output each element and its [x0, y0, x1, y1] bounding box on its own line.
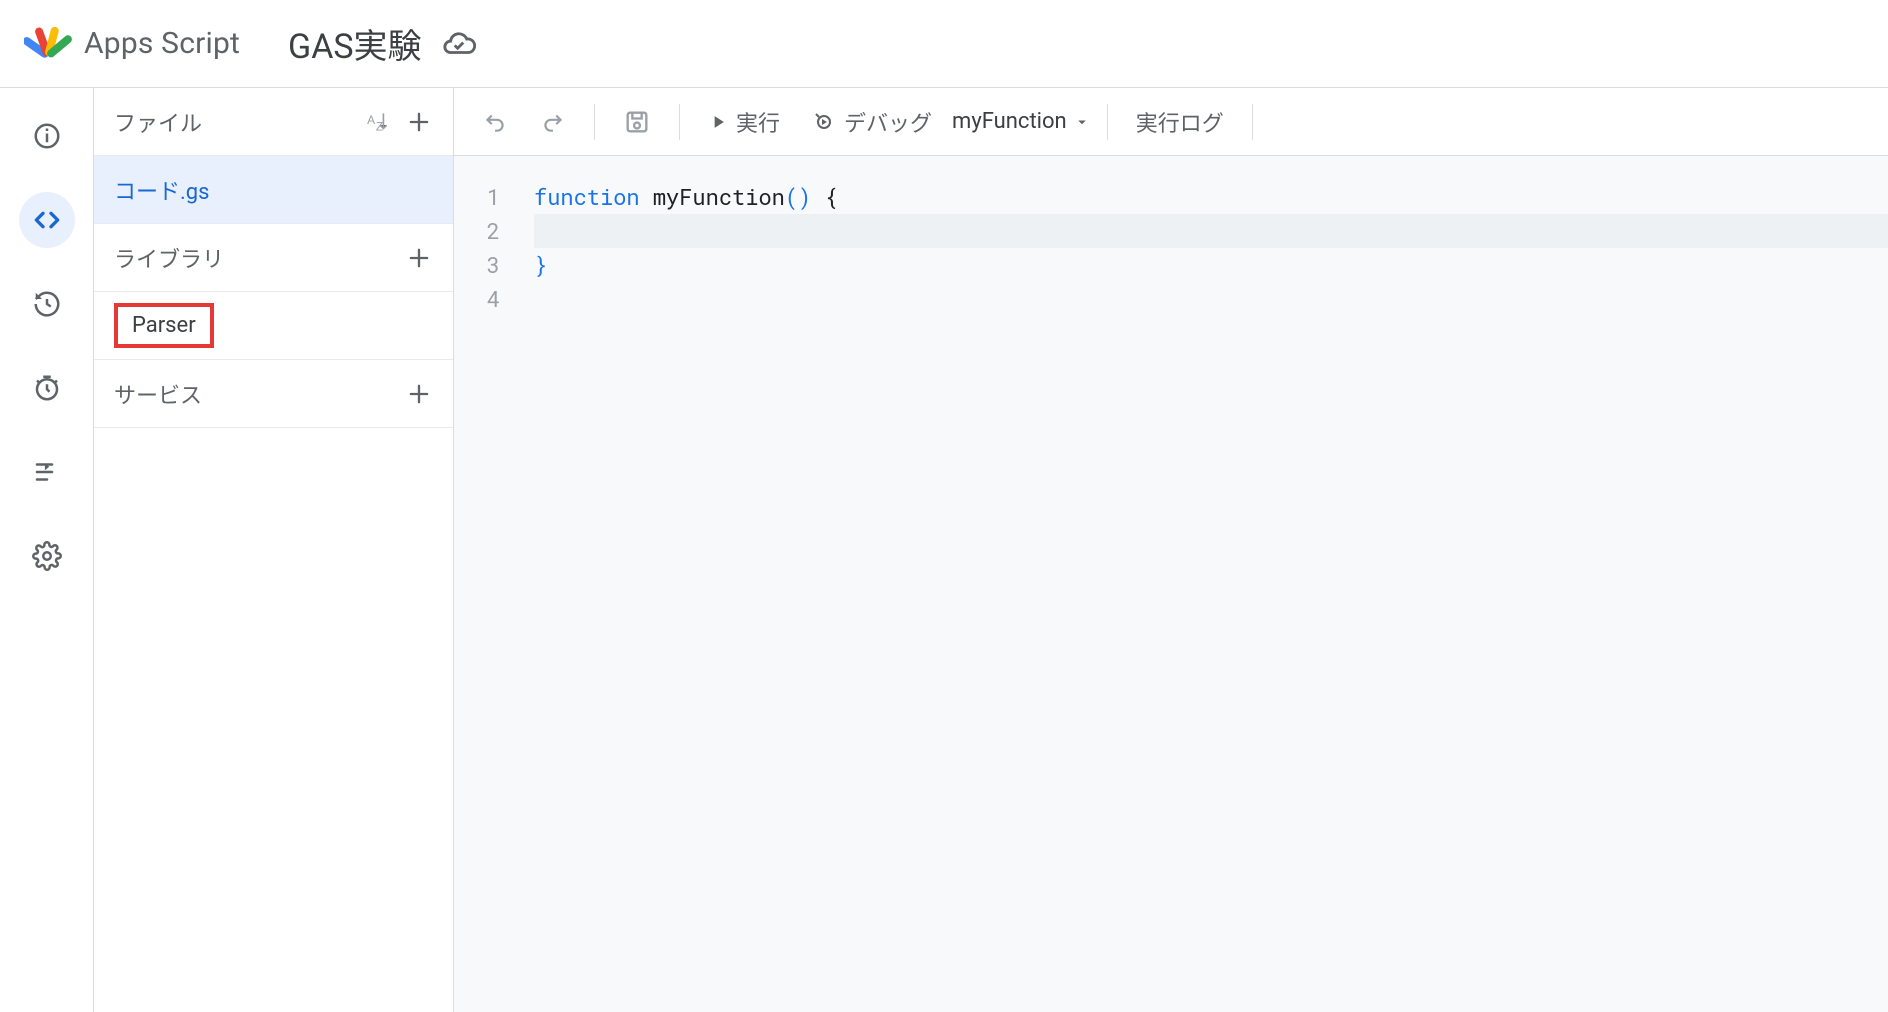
function-select[interactable]: myFunction — [952, 109, 1091, 134]
debug-label: デバッグ — [844, 106, 932, 138]
add-service-button[interactable] — [405, 380, 433, 408]
rail-triggers-history[interactable] — [19, 276, 75, 332]
toolbar-separator — [679, 104, 680, 140]
code-line — [534, 282, 1888, 316]
brace: } — [534, 250, 547, 279]
line-number: 4 — [454, 282, 500, 316]
line-number: 1 — [454, 180, 500, 214]
execution-log-button[interactable]: 実行ログ — [1124, 100, 1236, 144]
function-name: myFunction — [952, 109, 1067, 134]
files-section-header: ファイル AZ — [94, 88, 453, 156]
left-rail — [0, 88, 94, 1012]
libraries-label: ライブラリ — [114, 242, 224, 274]
line-number: 2 — [454, 214, 500, 248]
run-label: 実行 — [736, 106, 780, 138]
toolbar-separator — [1107, 104, 1108, 140]
save-button[interactable] — [611, 102, 663, 142]
brace: { — [811, 182, 837, 211]
project-title[interactable]: GAS実験 — [288, 19, 422, 68]
toolbar-separator — [594, 104, 595, 140]
files-actions: AZ — [365, 108, 433, 136]
add-library-button[interactable] — [405, 244, 433, 272]
add-file-button[interactable] — [405, 108, 433, 136]
editor-toolbar: 実行 デバッグ myFunction 実行ログ — [454, 88, 1888, 156]
code-line — [534, 214, 1888, 248]
sort-az-icon[interactable]: AZ — [365, 109, 391, 135]
files-label: ファイル — [114, 106, 202, 138]
code-area[interactable]: 1 2 3 4 function myFunction() { } — [454, 156, 1888, 1012]
debug-button[interactable]: デバッグ — [800, 100, 944, 144]
undo-button[interactable] — [470, 103, 520, 141]
editor: 実行 デバッグ myFunction 実行ログ 1 2 3 4 — [454, 88, 1888, 1012]
rail-editor[interactable] — [19, 192, 75, 248]
app-name: Apps Script — [84, 26, 240, 61]
svg-text:A: A — [367, 113, 375, 127]
rail-settings[interactable] — [19, 528, 75, 584]
rail-triggers[interactable] — [19, 360, 75, 416]
library-name: Parser — [132, 313, 196, 338]
apps-script-logo-icon[interactable] — [24, 20, 72, 68]
main: ファイル AZ コード.gs ライブラリ Parser — [0, 88, 1888, 1012]
header: Apps Script GAS実験 — [0, 0, 1888, 88]
sidebar: ファイル AZ コード.gs ライブラリ Parser — [94, 88, 454, 1012]
toolbar-separator — [1252, 104, 1253, 140]
identifier: myFunction — [640, 182, 785, 211]
run-button[interactable]: 実行 — [696, 100, 792, 144]
file-name: コード.gs — [114, 174, 210, 206]
library-item[interactable]: Parser — [94, 292, 453, 360]
code-line: } — [534, 248, 1888, 282]
file-item[interactable]: コード.gs — [94, 156, 453, 224]
libraries-section-header: ライブラリ — [94, 224, 453, 292]
services-label: サービス — [114, 378, 202, 410]
services-section-header: サービス — [94, 360, 453, 428]
chevron-down-icon — [1073, 113, 1091, 131]
logo-group: Apps Script — [24, 20, 240, 68]
rail-executions[interactable] — [19, 444, 75, 500]
library-name-highlight: Parser — [114, 303, 214, 348]
keyword: function — [534, 182, 640, 211]
rail-overview[interactable] — [19, 108, 75, 164]
line-number: 3 — [454, 248, 500, 282]
cloud-status-icon[interactable] — [442, 27, 476, 61]
paren: () — [785, 182, 811, 211]
code-line: function myFunction() { — [534, 180, 1888, 214]
line-gutter: 1 2 3 4 — [454, 180, 514, 1012]
redo-button[interactable] — [528, 103, 578, 141]
code-content[interactable]: function myFunction() { } — [514, 180, 1888, 1012]
log-label: 実行ログ — [1136, 106, 1224, 138]
